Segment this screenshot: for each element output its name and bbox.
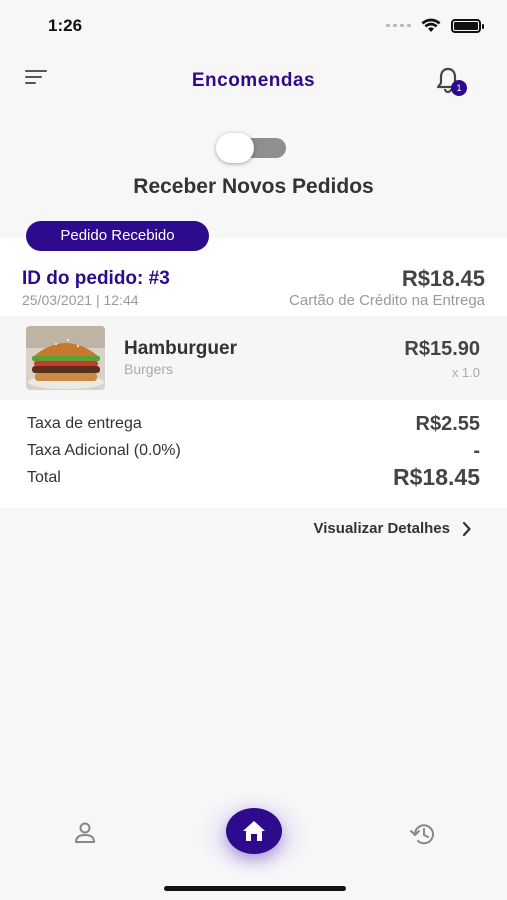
total-value: R$18.45 (393, 464, 480, 490)
wifi-icon (421, 18, 441, 32)
notification-badge: 1 (451, 80, 467, 96)
cellular-signal-icon (386, 24, 411, 27)
item-category: Burgers (124, 361, 174, 377)
history-icon (410, 824, 434, 845)
receive-orders-toggle[interactable] (216, 133, 286, 163)
app-header: Encomendas 1 (0, 60, 507, 104)
nav-history-button[interactable] (408, 820, 438, 848)
order-card[interactable]: ID do pedido: #3 25/03/2021 | 12:44 R$18… (0, 238, 507, 508)
order-id: ID do pedido: #3 (22, 268, 170, 289)
item-name: Hamburguer (124, 338, 237, 359)
home-indicator (164, 886, 346, 891)
delivery-fee-label: Taxa de entrega (27, 415, 142, 432)
status-time: 1:26 (48, 16, 83, 35)
nav-home-button[interactable] (226, 808, 282, 854)
home-icon (243, 821, 265, 841)
additional-fee-label: Taxa Adicional (0.0%) (27, 442, 181, 459)
view-details-label: Visualizar Detalhes (313, 520, 450, 537)
delivery-fee-value: R$2.55 (415, 413, 481, 435)
view-details-link[interactable]: Visualizar Detalhes (314, 520, 471, 537)
receive-orders-label: Receber Novos Pedidos (133, 175, 374, 198)
bottom-navigation (0, 790, 507, 900)
status-icons (386, 18, 484, 33)
page-title: Encomendas (191, 70, 316, 91)
status-bar: 1:26 (0, 0, 507, 52)
notifications-button[interactable]: 1 (435, 66, 467, 98)
battery-icon (451, 18, 484, 33)
additional-fee-value: - (473, 440, 480, 462)
hamburger-image (26, 326, 105, 390)
toggle-knob (216, 133, 254, 163)
order-status-badge: Pedido Recebido (26, 221, 209, 251)
nav-profile-button[interactable] (72, 820, 98, 846)
order-total: R$18.45 (401, 266, 485, 291)
chevron-right-icon (462, 521, 471, 536)
total-label: Total (27, 469, 61, 486)
item-quantity: x 1.0 (451, 365, 480, 380)
item-price: R$15.90 (404, 338, 480, 360)
user-icon (75, 822, 95, 843)
order-item-row: Hamburguer Burgers R$15.90 x 1.0 (0, 316, 507, 400)
payment-method: Cartão de Crédito na Entrega (289, 292, 485, 309)
order-datetime: 25/03/2021 | 12:44 (22, 292, 139, 308)
